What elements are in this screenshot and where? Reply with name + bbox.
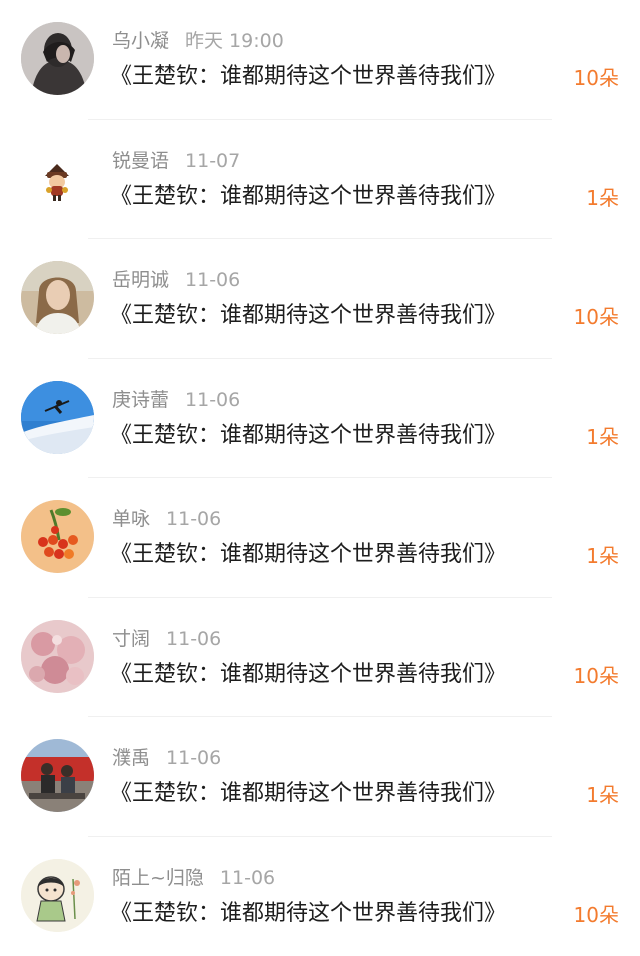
- timestamp: 11-06: [185, 269, 240, 291]
- timestamp: 昨天 19:00: [185, 30, 284, 52]
- item-meta: 寸阔 11-06: [112, 625, 221, 653]
- article-title[interactable]: 《王楚钦：谁都期待这个世界善待我们》: [110, 777, 506, 811]
- avatar[interactable]: [21, 142, 94, 215]
- avatar[interactable]: [21, 500, 94, 573]
- avatar-cartoon-figure-icon: [21, 142, 94, 215]
- item-meta: 陌上~归隐 11-06: [112, 864, 275, 892]
- username[interactable]: 庚诗蕾: [112, 389, 169, 411]
- gift-count: 1朵: [586, 422, 619, 452]
- username[interactable]: 寸阔: [112, 628, 150, 650]
- avatar[interactable]: [21, 381, 94, 454]
- avatar-dark-portrait-icon: [21, 22, 94, 95]
- item-meta: 岳明诚 11-06: [112, 266, 240, 294]
- timestamp: 11-06: [220, 867, 275, 889]
- timestamp: 11-07: [185, 150, 240, 172]
- item-meta: 乌小凝昨天 19:00: [112, 27, 284, 55]
- list-item[interactable]: 锐曼语 11-07 《王楚钦：谁都期待这个世界善待我们》 1朵: [0, 120, 640, 240]
- username[interactable]: 锐曼语: [112, 150, 169, 172]
- username[interactable]: 陌上~归隐: [112, 867, 204, 889]
- list-item[interactable]: 陌上~归隐 11-06 《王楚钦：谁都期待这个世界善待我们》 10朵: [0, 837, 640, 956]
- timestamp: 11-06: [185, 389, 240, 411]
- article-title[interactable]: 《王楚钦：谁都期待这个世界善待我们》: [110, 60, 506, 94]
- list-item[interactable]: 寸阔 11-06 《王楚钦：谁都期待这个世界善待我们》 10朵: [0, 598, 640, 718]
- list-item[interactable]: 濮禹 11-06 《王楚钦：谁都期待这个世界善待我们》 1朵: [0, 717, 640, 837]
- list-item[interactable]: 庚诗蕾 11-06 《王楚钦：谁都期待这个世界善待我们》 1朵: [0, 359, 640, 479]
- gift-count: 1朵: [586, 780, 619, 810]
- gift-count: 10朵: [574, 661, 619, 691]
- username[interactable]: 岳明诚: [112, 269, 169, 291]
- avatar[interactable]: [21, 859, 94, 932]
- avatar-red-berries-icon: [21, 500, 94, 573]
- avatar-pink-flowers-icon: [21, 620, 94, 693]
- item-meta: 庚诗蕾 11-06: [112, 386, 240, 414]
- gift-record-list: 乌小凝昨天 19:00 《王楚钦：谁都期待这个世界善待我们》 10朵 锐曼语 11…: [0, 0, 640, 948]
- avatar[interactable]: [21, 22, 94, 95]
- article-title[interactable]: 《王楚钦：谁都期待这个世界善待我们》: [110, 299, 506, 333]
- avatar-cartoon-girl-icon: [21, 859, 94, 932]
- list-item[interactable]: 乌小凝昨天 19:00 《王楚钦：谁都期待这个世界善待我们》 10朵: [0, 0, 640, 120]
- gift-count: 10朵: [574, 63, 619, 93]
- gift-count: 1朵: [586, 541, 619, 571]
- timestamp: 11-06: [166, 747, 221, 769]
- item-meta: 濮禹 11-06: [112, 744, 221, 772]
- gift-count: 1朵: [586, 183, 619, 213]
- article-title[interactable]: 《王楚钦：谁都期待这个世界善待我们》: [110, 419, 506, 453]
- timestamp: 11-06: [166, 508, 221, 530]
- avatar-skier-sky-icon: [21, 381, 94, 454]
- article-title[interactable]: 《王楚钦：谁都期待这个世界善待我们》: [110, 180, 506, 214]
- username[interactable]: 单咏: [112, 508, 150, 530]
- list-item[interactable]: 岳明诚 11-06 《王楚钦：谁都期待这个世界善待我们》 10朵: [0, 239, 640, 359]
- avatar-group-photo-icon: [21, 739, 94, 812]
- timestamp: 11-06: [166, 628, 221, 650]
- avatar-woman-portrait-icon: [21, 261, 94, 334]
- item-meta: 锐曼语 11-07: [112, 147, 240, 175]
- username[interactable]: 乌小凝: [112, 30, 169, 52]
- avatar[interactable]: [21, 620, 94, 693]
- username[interactable]: 濮禹: [112, 747, 150, 769]
- item-meta: 单咏 11-06: [112, 505, 221, 533]
- avatar[interactable]: [21, 261, 94, 334]
- article-title[interactable]: 《王楚钦：谁都期待这个世界善待我们》: [110, 897, 506, 931]
- avatar[interactable]: [21, 739, 94, 812]
- gift-count: 10朵: [574, 302, 619, 332]
- gift-count: 10朵: [574, 900, 619, 930]
- article-title[interactable]: 《王楚钦：谁都期待这个世界善待我们》: [110, 538, 506, 572]
- article-title[interactable]: 《王楚钦：谁都期待这个世界善待我们》: [110, 658, 506, 692]
- list-item[interactable]: 单咏 11-06 《王楚钦：谁都期待这个世界善待我们》 1朵: [0, 478, 640, 598]
